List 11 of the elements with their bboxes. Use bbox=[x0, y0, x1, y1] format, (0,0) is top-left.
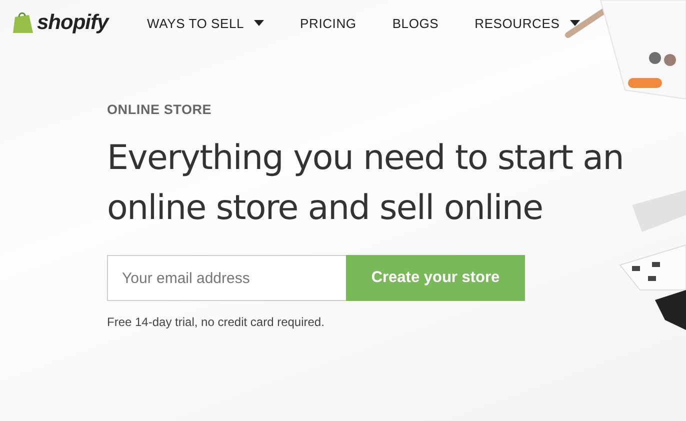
product-grid-drawing bbox=[619, 244, 686, 291]
nav-link[interactable]: BLOGS bbox=[392, 16, 439, 30]
nav-link[interactable]: RESOURCES bbox=[474, 16, 580, 30]
logo-wordmark[interactable]: shopify bbox=[37, 11, 108, 35]
trial-note: Free 14-day trial, no credit card required. bbox=[107, 315, 326, 329]
section-label: ONLINE STORE bbox=[107, 102, 213, 117]
email-input[interactable]: Your email address bbox=[107, 255, 346, 301]
nav-link[interactable]: PRICING bbox=[300, 16, 356, 30]
nav-link[interactable]: WAYS TO SELL bbox=[147, 16, 264, 30]
shopping-bag-icon bbox=[12, 11, 34, 35]
headline: Everything you need to start an online store and sell online bbox=[107, 137, 624, 230]
